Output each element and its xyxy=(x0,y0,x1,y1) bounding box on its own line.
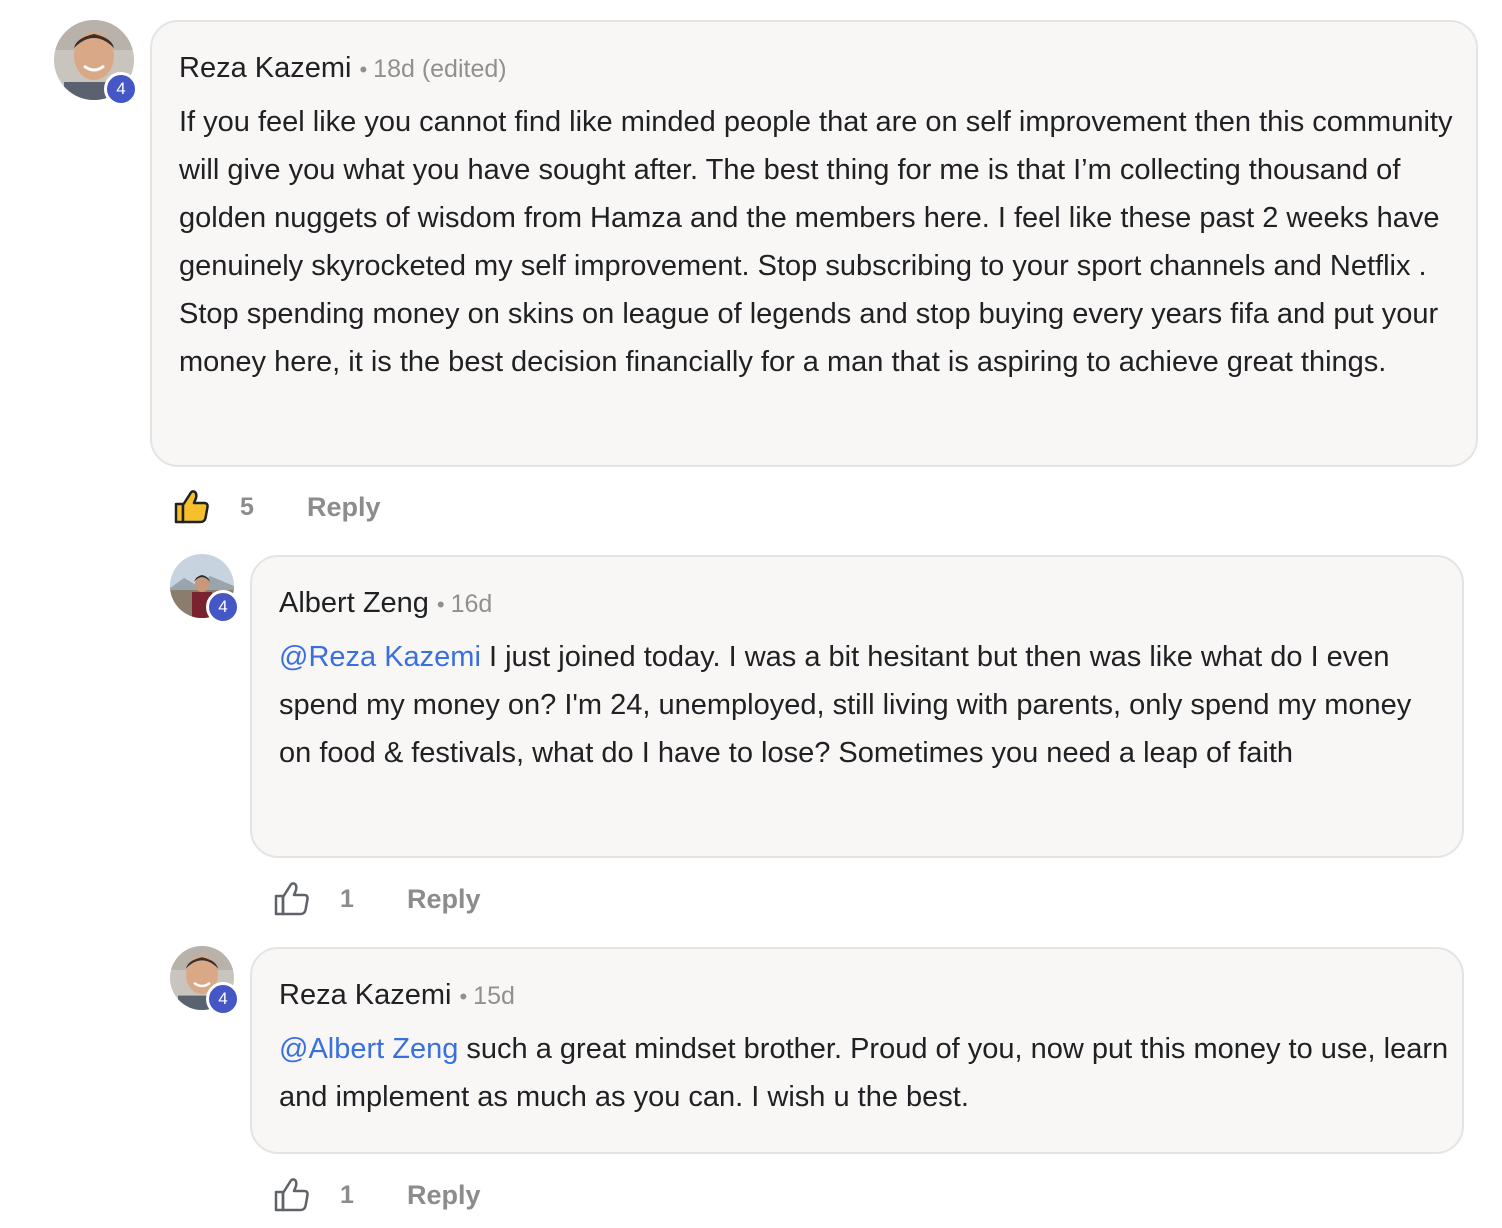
timestamp[interactable]: 18d (edited) xyxy=(373,55,506,84)
comment-actions: 5 Reply xyxy=(172,487,381,527)
like-count: 5 xyxy=(240,492,254,521)
comment-2: 4 Albert Zeng • 16d @Reza Kazemi I just … xyxy=(0,540,1502,940)
thumbs-up-icon[interactable] xyxy=(272,1175,312,1215)
level-badge: 4 xyxy=(104,72,138,106)
timestamp[interactable]: 15d xyxy=(473,982,515,1011)
separator-dot: • xyxy=(459,984,468,1009)
comment-1: 4 Reza Kazemi • 18d (edited) If you feel… xyxy=(0,0,1502,540)
comment-meta: Reza Kazemi • 18d (edited) xyxy=(179,52,507,85)
mention-link[interactable]: @Albert Zeng xyxy=(279,1033,458,1065)
separator-dot: • xyxy=(436,592,445,617)
avatar-reza-kazemi[interactable]: 4 xyxy=(170,946,240,1016)
thumbs-up-icon[interactable] xyxy=(272,879,312,919)
comment-body: If you feel like you cannot find like mi… xyxy=(179,106,1453,378)
comment-bubble: Reza Kazemi • 18d (edited) If you feel l… xyxy=(150,20,1478,467)
comment-3: 4 Reza Kazemi • 15d @Albert Zeng such a … xyxy=(0,932,1502,1228)
reply-button[interactable]: Reply xyxy=(407,1180,481,1211)
author-name[interactable]: Reza Kazemi xyxy=(179,52,351,85)
timestamp[interactable]: 16d xyxy=(451,590,493,619)
comment-actions: 1 Reply xyxy=(272,1175,481,1215)
avatar-albert-zeng[interactable]: 4 xyxy=(170,554,240,624)
thumbs-up-icon[interactable] xyxy=(172,487,212,527)
separator-dot: • xyxy=(359,57,368,82)
author-name[interactable]: Albert Zeng xyxy=(279,587,429,620)
comment-text: @Albert Zeng such a great mindset brothe… xyxy=(279,1025,1449,1121)
comment-meta: Reza Kazemi • 15d xyxy=(279,979,515,1012)
comment-actions: 1 Reply xyxy=(272,879,481,919)
like-count: 1 xyxy=(340,1180,354,1209)
mention-link[interactable]: @Reza Kazemi xyxy=(279,641,481,673)
comment-meta: Albert Zeng • 16d xyxy=(279,587,492,620)
comment-bubble: Reza Kazemi • 15d @Albert Zeng such a gr… xyxy=(250,947,1464,1154)
level-badge: 4 xyxy=(206,982,240,1016)
level-badge: 4 xyxy=(206,590,240,624)
reply-button[interactable]: Reply xyxy=(407,884,481,915)
comment-text: If you feel like you cannot find like mi… xyxy=(179,98,1469,386)
reply-button[interactable]: Reply xyxy=(307,492,381,523)
avatar-reza-kazemi[interactable]: 4 xyxy=(54,20,138,106)
author-name[interactable]: Reza Kazemi xyxy=(279,979,451,1012)
comment-bubble: Albert Zeng • 16d @Reza Kazemi I just jo… xyxy=(250,555,1464,858)
like-count: 1 xyxy=(340,884,354,913)
comment-text: @Reza Kazemi I just joined today. I was … xyxy=(279,633,1449,777)
